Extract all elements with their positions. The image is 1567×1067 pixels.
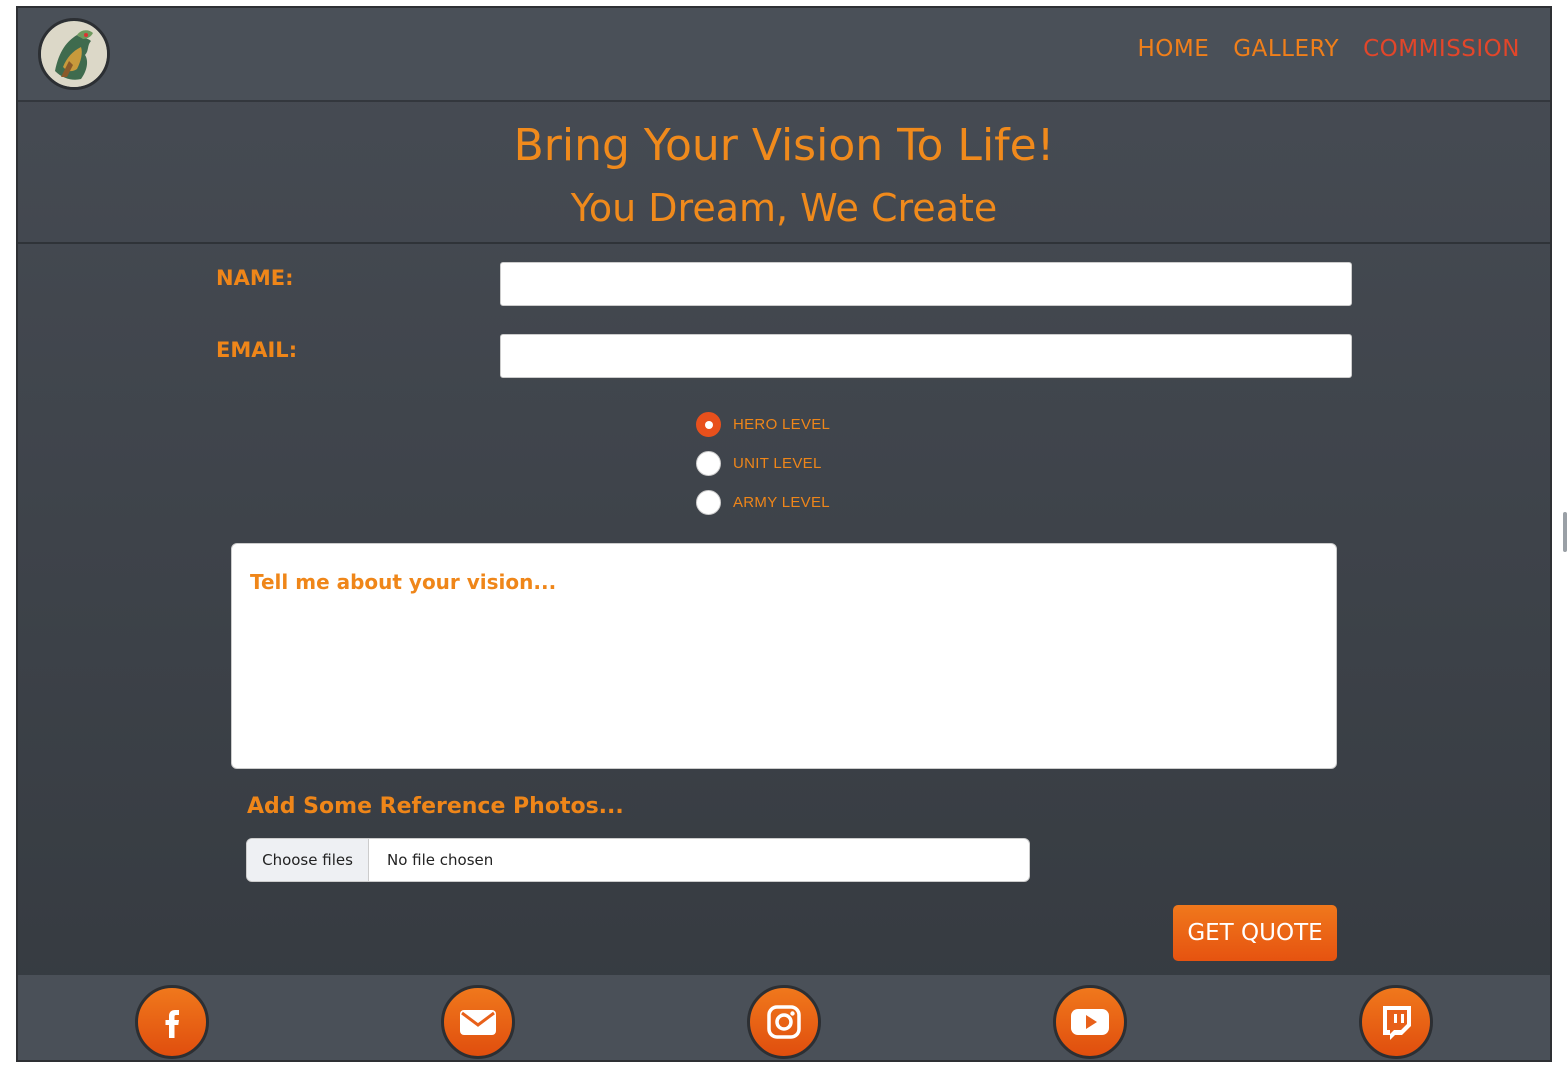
file-status: No file chosen	[387, 851, 494, 869]
twitch-link[interactable]	[1359, 985, 1433, 1059]
twitch-icon	[1383, 1006, 1411, 1040]
nav-links: HOME GALLERY COMMISSION	[1138, 36, 1521, 62]
vision-textarea[interactable]: Tell me about your vision...	[231, 543, 1337, 769]
youtube-link[interactable]	[1053, 985, 1127, 1059]
mail-icon	[460, 1010, 496, 1035]
radio-hero-level-label: HERO LEVEL	[733, 416, 831, 433]
radio-hero-level-button[interactable]	[696, 412, 721, 437]
instagram-icon	[767, 1005, 801, 1039]
radio-unit-level[interactable]: UNIT LEVEL	[696, 451, 822, 476]
file-upload-input[interactable]: Choose files No file chosen	[246, 838, 1030, 882]
page-frame: HOME GALLERY COMMISSION Bring Your Visio…	[16, 6, 1552, 1062]
radio-hero-level[interactable]: HERO LEVEL	[696, 412, 830, 437]
radio-army-level[interactable]: ARMY LEVEL	[696, 490, 830, 515]
facebook-link[interactable]	[135, 985, 209, 1059]
reference-photos-label: Add Some Reference Photos...	[247, 794, 624, 819]
hero-title: Bring Your Vision To Life!	[513, 120, 1055, 171]
nav-gallery[interactable]: GALLERY	[1233, 36, 1339, 62]
get-quote-button[interactable]: GET QUOTE	[1173, 905, 1337, 961]
dragon-logo-icon	[41, 21, 107, 87]
email-link[interactable]	[441, 985, 515, 1059]
hero-subtitle: You Dream, We Create	[570, 186, 998, 230]
radio-unit-level-label: UNIT LEVEL	[733, 455, 822, 472]
choose-files-button[interactable]: Choose files	[247, 839, 369, 881]
radio-army-level-label: ARMY LEVEL	[733, 494, 830, 511]
navbar: HOME GALLERY COMMISSION	[18, 8, 1550, 102]
radio-army-level-button[interactable]	[696, 490, 721, 515]
facebook-icon	[165, 1010, 179, 1038]
name-input[interactable]	[500, 262, 1352, 306]
nav-home[interactable]: HOME	[1138, 36, 1210, 62]
vision-placeholder: Tell me about your vision...	[250, 570, 557, 594]
footer	[18, 975, 1550, 1060]
email-label: EMAIL:	[216, 338, 298, 362]
radio-unit-level-button[interactable]	[696, 451, 721, 476]
hero-section: Bring Your Vision To Life! You Dream, We…	[18, 102, 1550, 244]
scrollbar-thumb[interactable]	[1563, 512, 1567, 552]
youtube-icon	[1071, 1009, 1109, 1035]
instagram-link[interactable]	[747, 985, 821, 1059]
logo[interactable]	[38, 18, 110, 90]
name-label: NAME:	[216, 266, 294, 290]
email-input[interactable]	[500, 334, 1352, 378]
nav-commission[interactable]: COMMISSION	[1363, 36, 1520, 62]
